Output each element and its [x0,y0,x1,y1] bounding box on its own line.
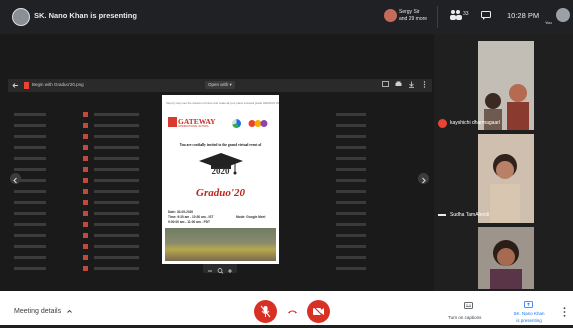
participant-video-tile[interactable] [478,134,534,223]
you-label: You [545,20,552,25]
presenting-label-name[interactable]: SK. Nano Khan [510,311,548,316]
zoom-icons[interactable] [203,266,237,276]
event-time-ist: Time: 9:30 am - 10:30 am - IST [168,215,214,219]
phone-hangup-icon [288,310,297,314]
back-arrow-icon[interactable] [12,82,19,89]
participant-name: Sudha TamAleedi [450,212,490,218]
invitation-header: Step by step see the dreams of future an… [166,101,279,105]
participant-video-tile[interactable] [478,41,534,130]
download-icon[interactable] [408,81,415,88]
event-title: Graduo'20 [196,187,245,199]
presenting-label-status[interactable]: is presenting [510,318,548,323]
zoom-controls [203,263,237,276]
print-icon[interactable] [395,81,402,88]
image-file-icon [24,82,29,89]
partner-logo-dots [248,120,268,127]
chevron-left-icon [13,177,17,184]
participant-video-tile[interactable] [478,227,534,289]
previous-image-button[interactable] [10,173,21,184]
open-with-button[interactable]: Open with ▾ [205,81,235,89]
people-icon[interactable] [449,9,463,21]
event-date: Date: 30-09-2020 [168,210,194,214]
invitation-image: Step by step see the dreams of future an… [162,95,279,264]
people-count: 33 [463,11,469,17]
participant-summary-more[interactable]: and 29 more [399,16,427,22]
event-mode: Mode: Google Meet [236,215,266,219]
participant-video [478,41,534,130]
self-avatar[interactable] [556,8,570,22]
captions-icon[interactable] [464,302,473,309]
participant-video [478,134,534,223]
school-logo [168,117,177,127]
presenter-avatar [12,8,30,26]
participant-video [478,227,534,289]
camera-off-icon [312,305,325,318]
participant-avatar[interactable] [384,9,397,22]
invitation-text: You are cordially invited to the grand v… [179,143,262,147]
meeting-details-button[interactable]: Meeting details [14,308,61,315]
participant-summary-name[interactable]: Sergy Sir [399,9,420,15]
partner-logo [232,119,241,128]
mic-off-icon [260,305,271,318]
event-year: 2020 [211,166,230,176]
file-name: Begin with Graduo'20.png [32,82,84,87]
participant-name: kayshichi dharmagaarl [450,120,501,126]
chat-icon[interactable] [481,11,491,20]
event-time-pdt: 9:00:00 am - 11:00 am - PDT [168,220,210,224]
clock: 10:28 PM [507,11,540,20]
speaking-indicator [438,214,446,216]
presenter-status: SK. Nano Khan is presenting [34,11,137,20]
microphone-toggle-button[interactable] [254,300,277,323]
chevron-up-icon[interactable] [66,308,73,315]
leave-call-button[interactable] [284,303,301,320]
group-photo [165,228,276,261]
more-vert-icon[interactable] [421,81,428,88]
next-image-button[interactable] [418,173,429,184]
mic-off-badge [438,119,447,128]
present-screen-icon[interactable] [524,301,533,309]
chevron-right-icon [422,177,426,184]
divider [437,6,438,28]
more-options-icon[interactable] [563,307,566,317]
school-subtitle: INTERNATIONAL SCHOOL [178,125,209,128]
comment-icon[interactable] [382,81,389,88]
captions-button[interactable]: Turn on captions [448,315,481,320]
camera-toggle-button[interactable] [307,300,330,323]
